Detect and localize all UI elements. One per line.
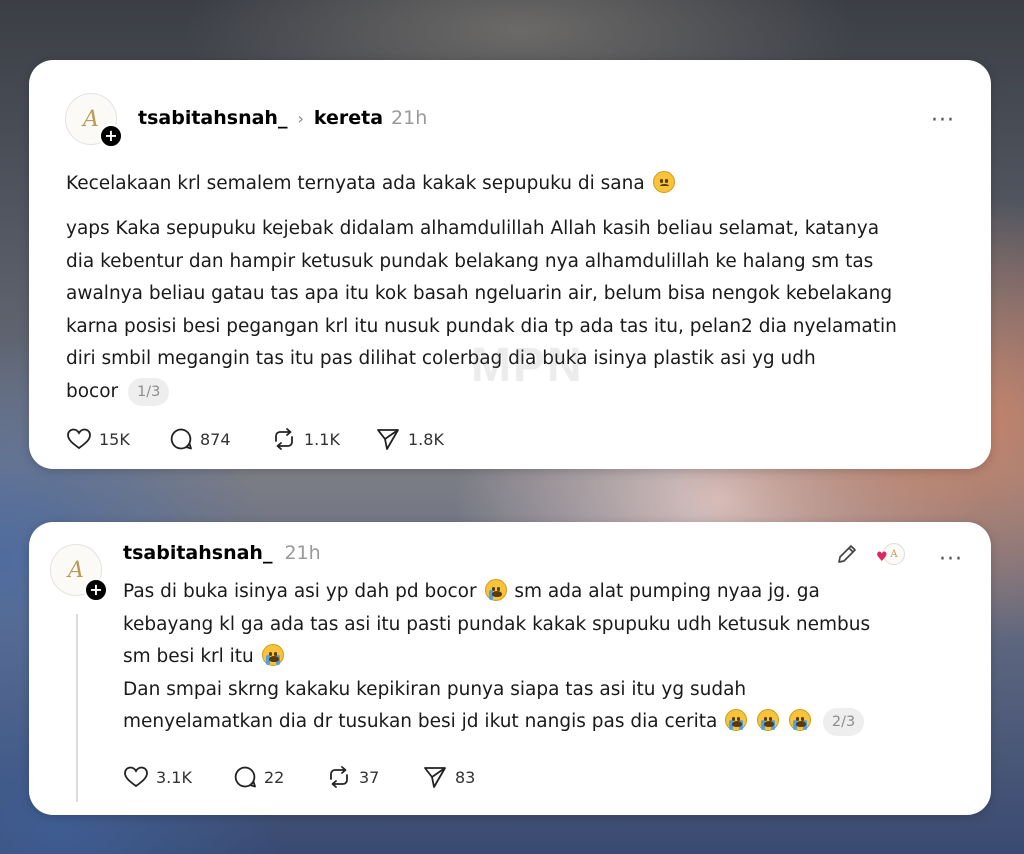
repost-button[interactable]: 1.1K — [271, 427, 375, 451]
like-count: 3.1K — [156, 767, 192, 787]
share-icon — [377, 429, 399, 450]
post-card-2: A + tsabitahsnah_ 21h ♥ A ··· Pas di buk… — [29, 522, 991, 815]
post-body: Pas di buka isinya asi yp dah pd bocor s… — [123, 576, 870, 739]
header-actions: ♥ A — [835, 542, 905, 566]
thread-connector-line — [76, 614, 78, 802]
share-icon — [424, 767, 446, 788]
follow-plus-icon[interactable]: + — [99, 124, 123, 148]
comment-icon — [170, 428, 192, 450]
like-count: 15K — [99, 429, 130, 449]
pencil-icon[interactable] — [835, 542, 859, 566]
post-text-line: awalnya beliau gatau tas apa itu kok bas… — [66, 283, 893, 304]
share-button[interactable]: 83 — [422, 765, 475, 789]
loudly-crying-face-icon — [789, 709, 812, 731]
post-text-line: bocor — [66, 380, 119, 402]
watermark: MPN — [471, 339, 584, 392]
post-text-line: Dan smpai skrng kakaku kepikiran punya s… — [123, 678, 747, 700]
comment-count: 874 — [200, 429, 231, 449]
timestamp: 21h — [391, 107, 428, 129]
heart-icon — [67, 428, 91, 450]
share-count: 83 — [455, 767, 476, 787]
repost-icon — [275, 428, 293, 450]
follow-plus-icon[interactable]: + — [84, 578, 108, 602]
avatar-logo: A — [68, 557, 84, 583]
share-count: 1.8K — [408, 429, 444, 449]
repost-button[interactable]: 37 — [326, 765, 422, 789]
post-text-line: yaps Kaka sepupuku kejebak didalam alham… — [66, 218, 880, 239]
avatar-logo: A — [890, 548, 898, 560]
post-header: tsabitahsnah_ 21h — [123, 542, 321, 564]
more-icon[interactable]: ··· — [939, 549, 963, 571]
post-text-line: Pas di buka isinya asi yp dah pd bocor — [123, 581, 477, 602]
chevron-right-icon: › — [297, 108, 304, 128]
repost-icon — [330, 766, 348, 788]
timestamp: 21h — [284, 542, 321, 564]
comment-icon — [234, 766, 256, 788]
username[interactable]: tsabitahsnah_ — [123, 542, 272, 564]
loudly-crying-face-icon — [261, 644, 284, 666]
thread-page-indicator: 2/3 — [822, 708, 865, 736]
comment-button[interactable]: 22 — [233, 765, 326, 789]
post-text-line: menyelamatkan dia dr tusukan besi jd iku… — [123, 711, 718, 732]
post-text-line: kebayang kl ga ada tas asi itu pasti pun… — [123, 613, 871, 635]
post-card-1: A + tsabitahsnah_ › kereta 21h ··· Kecel… — [29, 60, 991, 469]
share-button[interactable]: 1.8K — [375, 427, 444, 451]
loudly-crying-face-icon — [725, 709, 748, 731]
comment-button[interactable]: 874 — [169, 427, 271, 451]
avatar-logo: A — [83, 106, 99, 132]
worried-face-icon — [652, 171, 675, 193]
liked-by-avatar[interactable]: ♥ A — [876, 543, 905, 565]
action-bar: 15K 874 1.1K 1.8K — [66, 427, 444, 451]
post-text-line: sm besi krl itu — [123, 646, 254, 667]
post-header: tsabitahsnah_ › kereta 21h — [138, 107, 427, 129]
thread-page-indicator: 1/3 — [128, 377, 170, 406]
heart-icon — [124, 766, 148, 788]
post-text-line: dia kebentur dan hampir ketusuk pundak b… — [66, 250, 874, 272]
repost-count: 1.1K — [304, 429, 340, 449]
more-icon[interactable]: ··· — [931, 110, 955, 132]
action-bar: 3.1K 22 37 83 — [123, 765, 475, 789]
like-button[interactable]: 15K — [66, 427, 169, 451]
post-text-line: Kecelakaan krl semalem ternyata ada kaka… — [66, 173, 645, 194]
crying-face-icon — [484, 579, 507, 601]
heart-filled-icon: ♥ — [876, 550, 888, 565]
repost-count: 37 — [359, 767, 380, 787]
post-text-line: sm ada alat pumping nyaa jg. ga — [514, 581, 820, 602]
comment-count: 22 — [264, 767, 285, 787]
post-paragraph-1: Kecelakaan krl semalem ternyata ada kaka… — [66, 168, 677, 201]
loudly-crying-face-icon — [757, 709, 780, 731]
like-button[interactable]: 3.1K — [123, 765, 233, 789]
username[interactable]: tsabitahsnah_ — [138, 107, 287, 129]
topic-tag[interactable]: kereta — [314, 107, 383, 129]
